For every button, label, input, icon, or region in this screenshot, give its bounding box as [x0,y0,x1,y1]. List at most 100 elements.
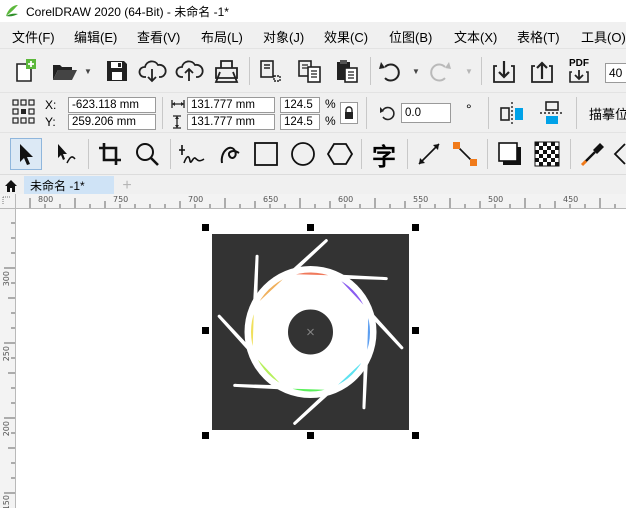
menu-object[interactable]: 对象(J) [263,27,304,46]
copy-button[interactable] [295,58,325,84]
artistic-media-tool-button[interactable] [214,138,246,170]
selected-artwork-background[interactable] [212,234,409,430]
selection-handle-top-left[interactable] [202,224,209,231]
mirror-horizontal-button[interactable] [497,99,527,127]
selection-handle-top-center[interactable] [307,224,314,231]
dimension-tool-button[interactable] [413,138,445,170]
lock-icon [345,106,353,119]
save-button[interactable] [103,58,131,84]
export-button[interactable] [528,58,558,84]
menu-tools[interactable]: 工具(O) [581,27,626,46]
crop-tool-button[interactable] [94,138,126,170]
menu-effects[interactable]: 效果(C) [324,27,368,46]
paste-button[interactable] [332,58,362,84]
menu-table[interactable]: 表格(T) [517,27,560,46]
y-position-label: Y: [45,115,56,129]
ellipse-icon [291,142,315,166]
toolbar-separator [361,139,362,169]
redo-dropdown-arrow-icon[interactable]: ▼ [465,67,473,76]
ruler-h-label: 450 [563,195,579,204]
width-input[interactable]: 131.777 mm [187,97,275,113]
x-position-input[interactable]: -623.118 mm [68,97,156,113]
eyedropper-tool-button[interactable] [577,138,609,170]
selection-handle-bottom-center[interactable] [307,432,314,439]
redo-button[interactable] [424,58,454,84]
scale-height-percent: % [325,114,336,128]
selection-handle-bottom-left[interactable] [202,432,209,439]
menu-edit[interactable]: 编辑(E) [74,27,117,46]
horizontal-ruler[interactable]: 800 750 700 650 600 550 500 450 [16,194,626,209]
camera-aperture-icon [217,239,404,425]
print-button[interactable] [212,58,242,84]
trace-bitmap-button[interactable]: 描摹位 [589,104,626,123]
text-tool-button[interactable]: 字 [368,138,400,171]
ruler-origin-icon [2,196,11,205]
toolbar-separator [570,139,571,169]
import-button[interactable] [490,58,520,84]
zoom-level-input[interactable]: 40 [605,63,626,83]
cloud-upload-button[interactable] [175,58,205,84]
cloud-download-button[interactable] [138,58,168,84]
lock-ratio-button[interactable] [340,102,358,124]
polygon-icon [327,143,353,165]
width-icon [171,100,185,108]
menu-text[interactable]: 文本(X) [454,27,497,46]
new-document-icon [16,59,36,82]
mirror-vertical-button[interactable] [537,99,567,127]
vertical-ruler[interactable]: 300 250 200 150 [0,209,16,508]
undo-dropdown-arrow-icon[interactable]: ▼ [412,67,420,76]
publish-pdf-button[interactable]: PDF [564,57,594,85]
connector-icon [453,142,477,166]
menu-file[interactable]: 文件(F) [12,27,55,46]
rectangle-tool-button[interactable] [251,138,281,170]
open-dropdown-arrow-icon[interactable]: ▼ [84,67,92,76]
ruler-h-label: 500 [488,195,504,204]
height-input[interactable]: 131.777 mm [187,114,275,130]
new-document-button[interactable] [11,58,39,84]
welcome-home-tab[interactable] [0,176,22,195]
rotate-icon [380,106,395,121]
ruler-h-label: 650 [263,195,279,204]
home-icon [5,179,17,192]
new-tab-button[interactable]: + [118,176,136,195]
shape-tool-button[interactable] [50,138,82,170]
rotation-input[interactable]: 0.0 [401,103,451,123]
y-position-input[interactable]: 259.206 mm [68,114,156,130]
mirror-horizontal-icon [500,102,523,124]
ruler-v-label: 300 [2,271,11,287]
selection-handle-middle-right[interactable] [412,327,419,334]
toolbar-separator [487,139,488,169]
document-tab[interactable]: 未命名 -1* [24,176,114,195]
connector-tool-button[interactable] [449,138,481,170]
polygon-tool-button[interactable] [325,138,355,170]
open-button[interactable] [50,58,80,84]
toolbox: 字 [0,132,626,174]
pick-tool-button[interactable] [10,138,42,170]
freehand-tool-button[interactable] [176,138,208,170]
drop-shadow-tool-button[interactable] [494,138,526,170]
menu-bitmaps[interactable]: 位图(B) [389,27,432,46]
transparency-tool-button[interactable] [531,138,563,170]
scale-height-input[interactable]: 124.5 [280,114,320,130]
document-tab-bar: 未命名 -1* + [0,174,626,195]
toolbar-separator [170,139,171,169]
ellipse-tool-button[interactable] [288,138,318,170]
fill-diamond-icon [613,143,626,165]
cut-button[interactable] [256,58,286,84]
import-icon [493,61,515,83]
zoom-tool-button[interactable] [131,138,163,170]
undo-button[interactable] [376,58,406,84]
interactive-fill-tool-button[interactable] [613,138,626,170]
menu-layout[interactable]: 布局(L) [201,27,243,46]
ruler-origin-corner[interactable] [0,194,16,209]
paste-icon [337,60,358,83]
selection-handle-bottom-right[interactable] [412,432,419,439]
selection-handle-top-right[interactable] [412,224,419,231]
selection-handle-middle-left[interactable] [202,327,209,334]
magnifier-icon [136,143,159,166]
scale-width-input[interactable]: 124.5 [280,97,320,113]
cloud-download-icon [138,60,167,83]
toolbar-separator [481,57,482,85]
freehand-icon [179,145,205,164]
menu-view[interactable]: 查看(V) [137,27,180,46]
